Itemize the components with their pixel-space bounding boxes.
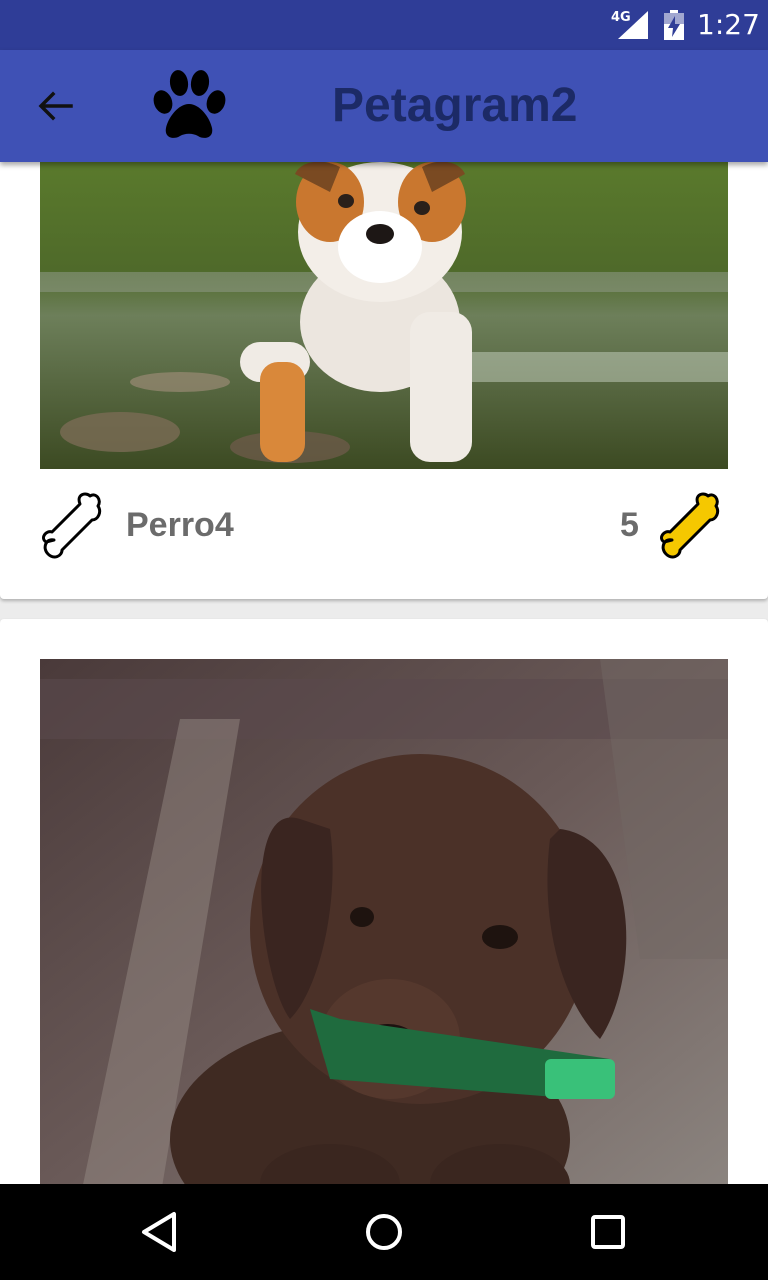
system-navigation-bar xyxy=(0,1184,768,1280)
bulldog-puppy-image xyxy=(40,162,728,469)
bone-yellow-icon xyxy=(660,492,720,559)
arrow-left-icon xyxy=(38,91,73,121)
pet-card xyxy=(0,619,768,1280)
clock: 1:27 xyxy=(697,8,760,41)
circle-home-icon[interactable] xyxy=(360,1208,408,1256)
battery-charging-icon xyxy=(664,10,684,40)
network-type: 4G xyxy=(611,10,631,25)
pet-photo[interactable] xyxy=(40,162,728,469)
pet-name: Perro4 xyxy=(126,506,234,544)
square-recents-icon[interactable] xyxy=(584,1208,632,1256)
like-count: 5 xyxy=(620,506,639,544)
app-title: Petagram2 xyxy=(332,79,578,132)
pet-photo[interactable] xyxy=(40,659,728,1199)
triangle-back-icon[interactable] xyxy=(136,1208,184,1256)
pet-card: Perro4 5 xyxy=(0,120,768,599)
labrador-puppy-image xyxy=(40,659,728,1199)
status-bar: 4G 1:27 xyxy=(0,0,768,50)
paw-icon[interactable] xyxy=(150,68,228,144)
back-button[interactable] xyxy=(30,84,80,128)
app-toolbar: Petagram2 xyxy=(0,50,768,162)
bone-outline-icon[interactable] xyxy=(38,488,112,560)
